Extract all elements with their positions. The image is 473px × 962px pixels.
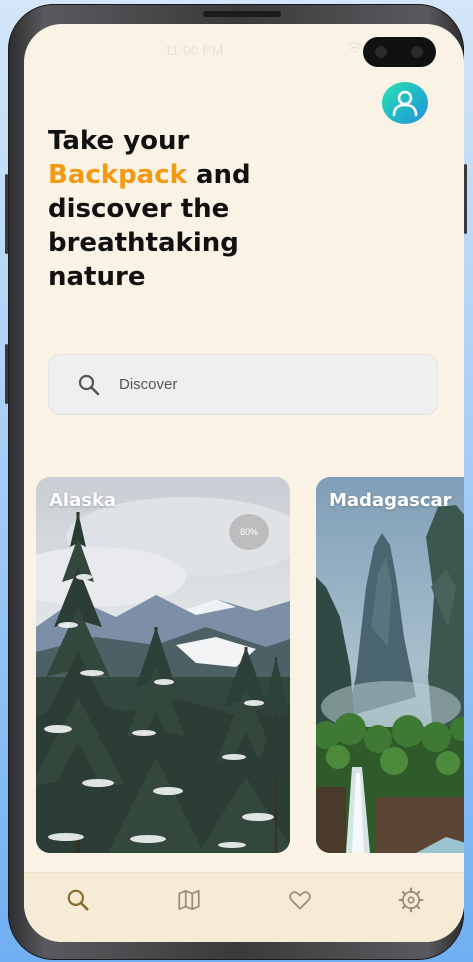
camera-lens (411, 46, 423, 58)
heart-icon (289, 891, 311, 910)
nav-search[interactable] (65, 887, 91, 913)
page-headline: Take your Backpack and discover the brea… (48, 124, 308, 294)
headline-accent: Backpack (48, 160, 187, 190)
app-screen: 11:00 PM Take your Backpack and discover… (24, 24, 464, 942)
destination-card-madagascar[interactable]: Madagascar (316, 477, 464, 853)
search-bar[interactable] (48, 354, 438, 415)
search-icon (78, 374, 100, 395)
headline-text: Take your (48, 126, 190, 156)
user-icon (392, 90, 418, 117)
power-button (464, 164, 467, 234)
map-icon (178, 889, 200, 911)
camera-lens (375, 46, 387, 58)
profile-avatar-button[interactable] (382, 82, 428, 124)
search-input[interactable] (117, 375, 401, 394)
wifi-icon (347, 42, 363, 53)
destination-name: Alaska (49, 490, 117, 511)
destination-card-alaska[interactable]: Alaska 80% (36, 477, 290, 853)
side-button (5, 344, 8, 404)
phone-frame: 11:00 PM Take your Backpack and discover… (5, 4, 467, 960)
front-camera (363, 37, 436, 67)
status-icons (347, 41, 363, 60)
status-time: 11:00 PM (164, 42, 224, 58)
nav-map[interactable] (176, 887, 202, 913)
nav-favorites[interactable] (287, 887, 313, 913)
earpiece-speaker (203, 11, 281, 17)
search-icon (67, 889, 89, 911)
progress-badge: 80% (228, 513, 270, 551)
nav-settings[interactable] (398, 887, 424, 913)
madagascar-photo (316, 477, 464, 853)
side-button (5, 174, 8, 254)
bottom-nav (24, 872, 464, 942)
settings-icon (398, 887, 424, 913)
destination-name: Madagascar (329, 490, 452, 511)
